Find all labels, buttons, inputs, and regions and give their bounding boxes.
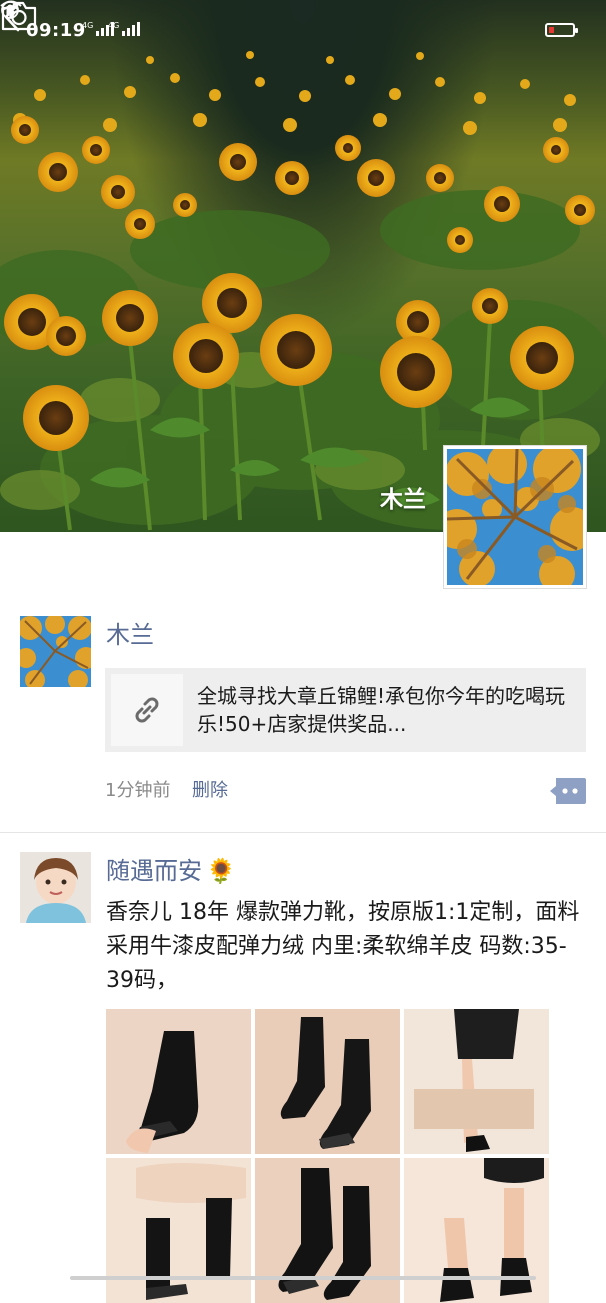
boot-photo-6[interactable] <box>404 1158 549 1303</box>
battery-icon <box>545 23 578 37</box>
autumn-trees-image <box>20 616 91 687</box>
more-comment-icon[interactable] <box>550 778 586 804</box>
boot-photo-1[interactable] <box>106 1009 251 1154</box>
boot-photo-2[interactable] <box>255 1009 400 1154</box>
profile-avatar[interactable] <box>444 446 586 588</box>
boot-photo-3[interactable] <box>404 1009 549 1154</box>
author-name[interactable]: 木兰 <box>106 620 154 650</box>
boot-photo-4[interactable] <box>106 1158 251 1303</box>
link-icon <box>111 674 183 746</box>
autumn-trees-image <box>447 449 583 585</box>
camera-icon[interactable] <box>0 0 38 32</box>
post-text: 香奈儿 18年 爆款弹力靴，按原版1:1定制，面料采用牛漆皮配弹力绒 内里:柔软… <box>106 900 580 993</box>
post-time: 1分钟前 <box>105 780 171 801</box>
photo-grid <box>106 1009 550 1303</box>
author-avatar[interactable] <box>20 616 91 687</box>
scrollbar[interactable] <box>70 1276 536 1280</box>
moment-post: 木兰 全城寻找大章丘锦鲤!承包你今年的吃喝玩乐!50+店家提供奖品... 1分钟… <box>0 612 606 833</box>
child-portrait-image <box>20 852 91 923</box>
shared-link-card[interactable]: 全城寻找大章丘锦鲤!承包你今年的吃喝玩乐!50+店家提供奖品... <box>105 668 586 752</box>
author-avatar[interactable] <box>20 852 91 923</box>
profile-name: 木兰 <box>380 487 426 513</box>
sunflower-emoji-icon: 🌻 <box>206 857 236 885</box>
status-bar: 09:19 4G 4G <box>0 0 606 62</box>
signal-icon: 4G <box>108 22 141 36</box>
delete-button[interactable]: 删除 <box>192 776 228 802</box>
author-name[interactable]: 随遇而安 🌻 <box>106 856 236 886</box>
link-title: 全城寻找大章丘锦鲤!承包你今年的吃喝玩乐!50+店家提供奖品... <box>197 684 566 736</box>
boot-photo-5[interactable] <box>255 1158 400 1303</box>
